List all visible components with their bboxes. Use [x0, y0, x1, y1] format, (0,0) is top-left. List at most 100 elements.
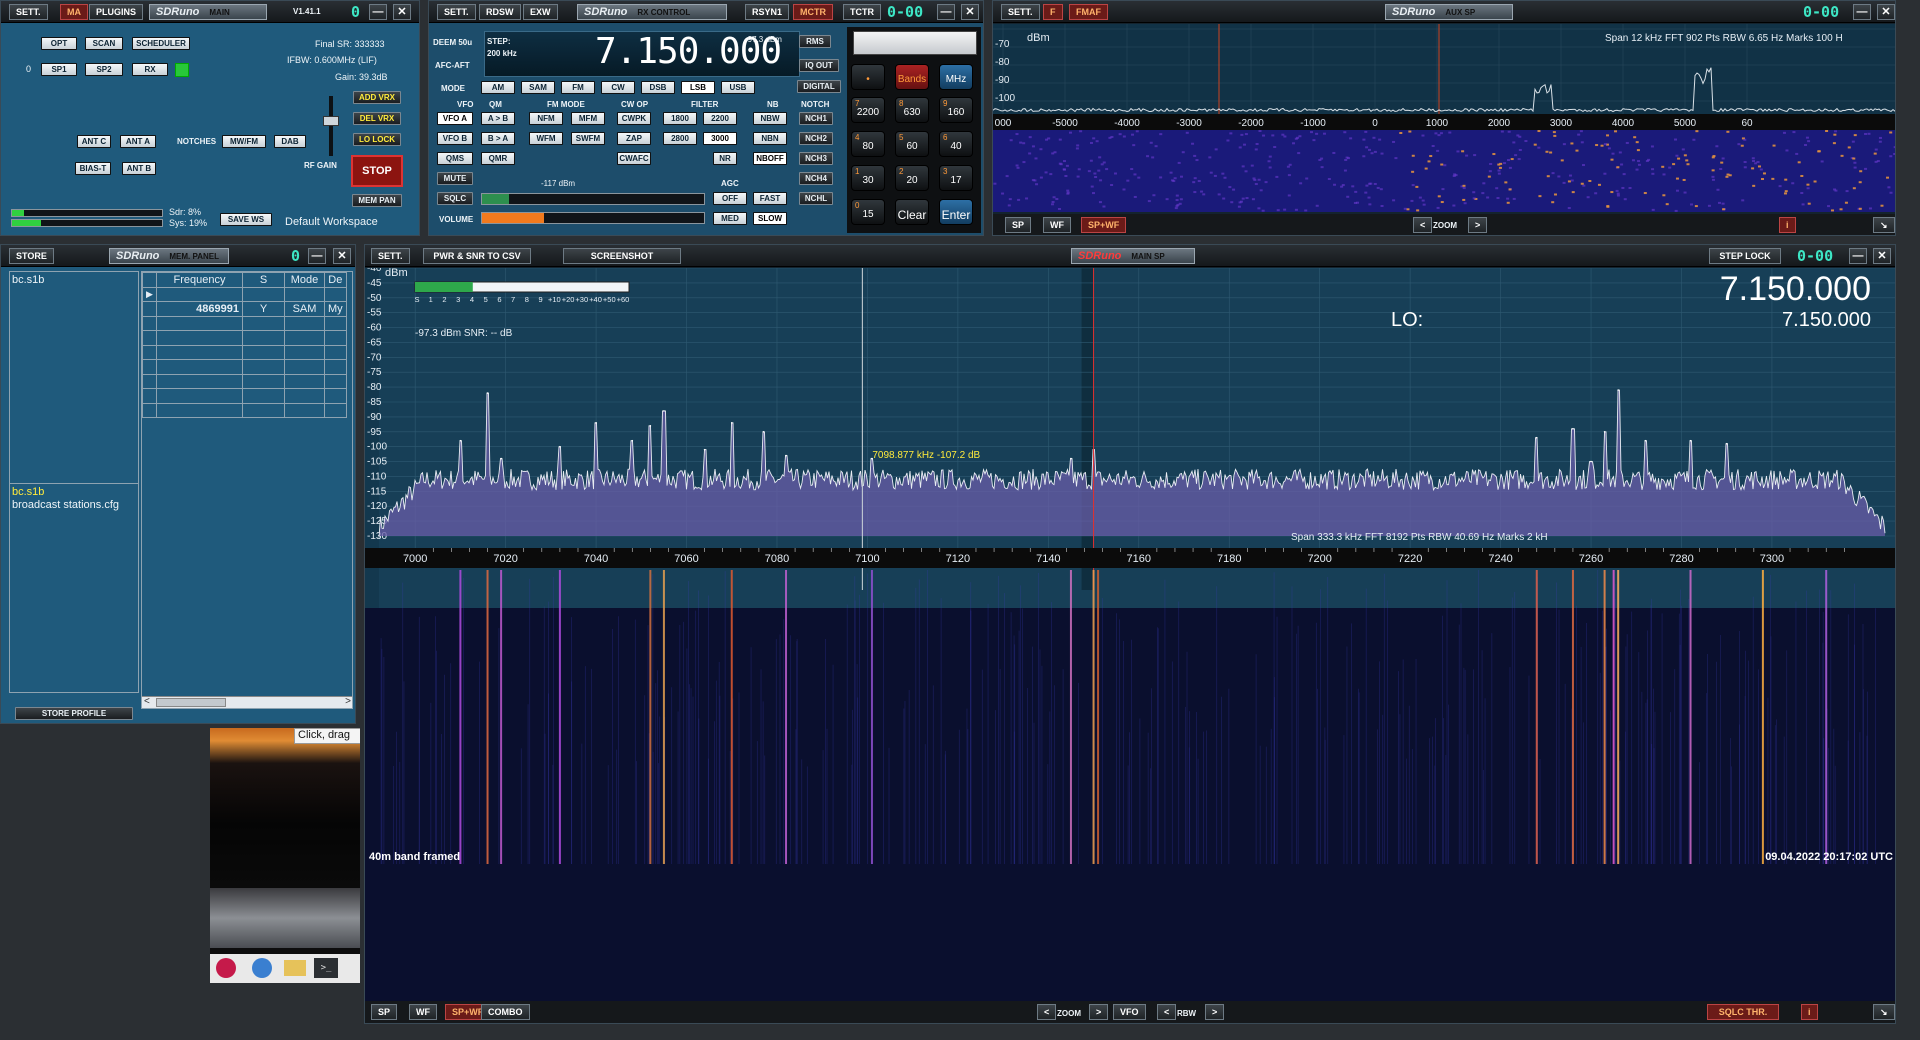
pwr-csv-button[interactable]: PWR & SNR TO CSV — [423, 248, 531, 264]
mctr-button[interactable]: MCTR — [793, 4, 833, 20]
aux-close-button[interactable]: ✕ — [1877, 4, 1895, 20]
cwpk-button[interactable]: CWPK — [617, 112, 651, 125]
vfo-b-button[interactable]: VFO B — [437, 132, 473, 145]
nboff-button[interactable]: NBOFF — [753, 152, 787, 165]
mainsp-info-button[interactable]: i — [1801, 1004, 1818, 1020]
mode-sam-button[interactable]: SAM — [521, 81, 555, 94]
keypad-key-4[interactable]: 4 80 — [851, 131, 885, 157]
del-vrx-button[interactable]: DEL VRX — [353, 112, 401, 125]
mainsp-resize-icon[interactable]: ↘ — [1873, 1004, 1895, 1020]
mode-dsb-button[interactable]: DSB — [641, 81, 675, 94]
mainsp-frequency[interactable]: 7.150.000 — [1720, 270, 1871, 308]
rf-gain-slider[interactable] — [323, 96, 339, 156]
mem-store-button[interactable]: STORE — [9, 248, 54, 264]
keypad-key-8[interactable]: 8 630 — [895, 97, 929, 123]
aux-resize-icon[interactable]: ↘ — [1873, 217, 1895, 233]
agc-slow-button[interactable]: SLOW — [753, 212, 787, 225]
keypad-key-6[interactable]: 6 40 — [939, 131, 973, 157]
stop-button[interactable]: STOP — [351, 155, 403, 187]
opt-button[interactable]: OPT — [41, 37, 77, 50]
keypad-enter-key[interactable]: Enter — [939, 199, 973, 225]
keypad-key-3[interactable]: 3 17 — [939, 165, 973, 191]
store-profile-button[interactable]: STORE PROFILE — [15, 707, 133, 720]
bias-t-button[interactable]: BIAS-T — [75, 162, 111, 175]
a-to-b-button[interactable]: A > B — [481, 112, 515, 125]
folder-icon[interactable] — [284, 960, 306, 976]
mem-pan-button[interactable]: MEM PAN — [352, 194, 402, 207]
keypad-key-7[interactable]: 7 2200 — [851, 97, 885, 123]
keypad-key-2[interactable]: 2 20 — [895, 165, 929, 191]
keypad-key-1[interactable]: 1 30 — [851, 165, 885, 191]
terminal-icon[interactable]: >_ — [314, 958, 338, 978]
digital-button[interactable]: DIGITAL — [797, 80, 841, 93]
mem-table[interactable]: Frequency S Mode De ▶ 4869991 Y SAM My — [142, 272, 347, 418]
mainsp-wf-button[interactable]: WF — [409, 1004, 437, 1020]
mem-cfg-list[interactable]: bc.s1b broadcast stations.cfg — [9, 483, 139, 693]
keypad-mhz-key[interactable]: MHz — [939, 64, 973, 90]
mem-cfg-item[interactable]: broadcast stations.cfg — [12, 499, 119, 511]
combo-button[interactable]: COMBO — [481, 1004, 530, 1020]
zoom-in-button[interactable]: > — [1089, 1004, 1109, 1020]
qms-button[interactable]: QMS — [437, 152, 473, 165]
mfm-button[interactable]: MFM — [571, 112, 605, 125]
rbw-up-button[interactable]: > — [1205, 1004, 1225, 1020]
zoom-out-button[interactable]: < — [1037, 1004, 1057, 1020]
nr-button[interactable]: NR — [713, 152, 737, 165]
col-mode[interactable]: Mode — [284, 272, 325, 288]
agc-med-button[interactable]: MED — [713, 212, 747, 225]
mem-file-list[interactable]: bc.s1b — [9, 271, 139, 487]
mode-usb-button[interactable]: USB — [721, 81, 755, 94]
aux-f-button[interactable]: F — [1043, 4, 1063, 20]
aux-spectrum[interactable]: dBm Span 12 kHz FFT 902 Pts RBW 6.65 Hz … — [993, 24, 1896, 214]
mode-am-button[interactable]: AM — [481, 81, 515, 94]
squelch-slider[interactable] — [481, 193, 705, 205]
vfo-a-button[interactable]: VFO A — [437, 112, 473, 125]
keypad-bands-key[interactable]: Bands — [895, 64, 929, 90]
lo-frequency[interactable]: 7.150.000 — [1782, 309, 1871, 331]
filter-2800-button[interactable]: 2800 — [663, 132, 697, 145]
mem-close-button[interactable]: ✕ — [333, 248, 351, 264]
mode-cw-button[interactable]: CW — [601, 81, 635, 94]
aux-minimize-button[interactable]: — — [1853, 4, 1871, 20]
rx-close-button[interactable]: ✕ — [961, 4, 979, 20]
keypad-clear-key[interactable]: Clear — [895, 199, 929, 225]
rbw-down-button[interactable]: < — [1157, 1004, 1177, 1020]
keypad-key-0[interactable]: 0 15 — [851, 199, 885, 225]
wfm-button[interactable]: WFM — [529, 132, 563, 145]
scan-button[interactable]: SCAN — [85, 37, 123, 50]
plugins-button[interactable]: PLUGINS — [89, 4, 144, 20]
fmaf-button[interactable]: FMAF — [1069, 4, 1108, 20]
zap-button[interactable]: ZAP — [617, 132, 651, 145]
screenshot-button[interactable]: SCREENSHOT — [563, 248, 681, 264]
filter-2200-button[interactable]: 2200 — [703, 112, 737, 125]
nfm-button[interactable]: NFM — [529, 112, 563, 125]
mem-row-selected[interactable]: ▶ — [142, 286, 347, 302]
rx-sett-button[interactable]: SETT. — [437, 4, 476, 20]
cwafc-button[interactable]: CWAFC — [617, 152, 651, 165]
nch2-button[interactable]: NCH2 — [799, 132, 833, 145]
main-minimize-button[interactable]: — — [369, 4, 387, 20]
table-row[interactable]: 4869991 Y SAM My — [142, 301, 347, 317]
rf-gain-thumb[interactable] — [323, 116, 339, 126]
ant-b-button[interactable]: ANT B — [122, 162, 156, 175]
aux-sett-button[interactable]: SETT. — [1001, 4, 1040, 20]
rms-button[interactable]: RMS — [799, 35, 831, 48]
aux-sp-button[interactable]: SP — [1005, 217, 1032, 233]
col-desc[interactable]: De — [324, 272, 347, 288]
rx-button[interactable]: RX — [132, 63, 168, 76]
main-sett-button[interactable]: SETT. — [9, 4, 48, 20]
aux-spwf-button[interactable]: SP+WF — [1081, 217, 1127, 233]
volume-slider[interactable] — [481, 212, 705, 224]
aux-info-button[interactable]: i — [1779, 217, 1796, 233]
mainsp-sett-button[interactable]: SETT. — [371, 248, 410, 264]
sp2-button[interactable]: SP2 — [85, 63, 123, 76]
agc-off-button[interactable]: OFF — [713, 192, 747, 205]
rx-minimize-button[interactable]: — — [937, 4, 955, 20]
step-lock-button[interactable]: STEP LOCK — [1709, 248, 1781, 264]
filter-1800-button[interactable]: 1800 — [663, 112, 697, 125]
sqlc-thr-button[interactable]: SQLC THR. — [1707, 1004, 1779, 1020]
keypad-key-9[interactable]: 9 160 — [939, 97, 973, 123]
b-to-a-button[interactable]: B > A — [481, 132, 515, 145]
mainsp-sp-button[interactable]: SP — [371, 1004, 398, 1020]
ma-button[interactable]: MA — [60, 4, 88, 20]
